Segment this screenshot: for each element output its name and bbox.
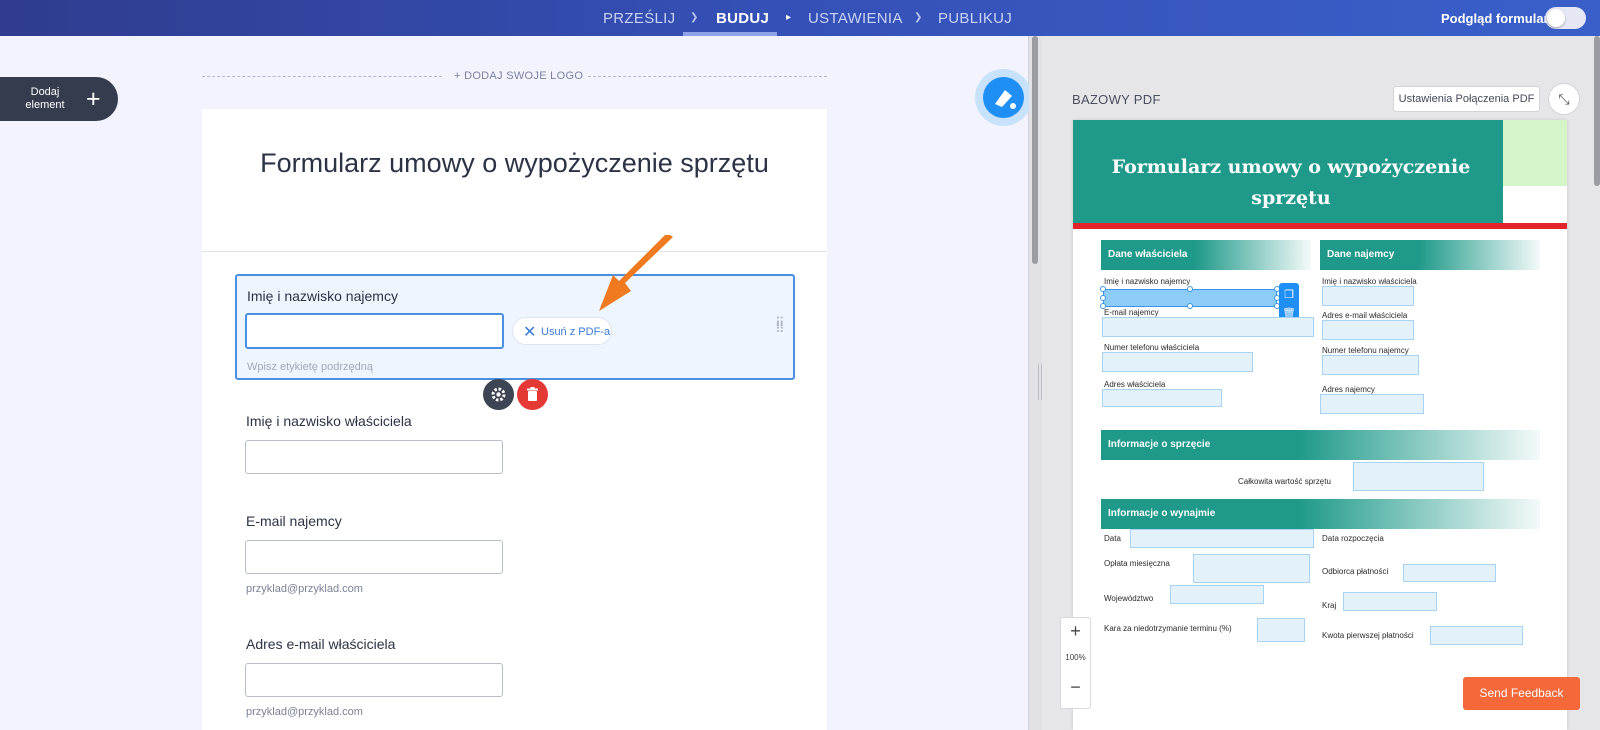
pdf-title: Formularz umowy o wypożyczenie sprzętu <box>1111 156 1471 209</box>
close-icon: ✕ <box>523 324 537 341</box>
pdf-label: Adres e-mail właściciela <box>1322 311 1408 320</box>
pdf-section-rental: Informacje o wynajmie <box>1101 499 1540 529</box>
owner-email-sublabel: przyklad@przyklad.com <box>246 706 363 718</box>
pdf-label: Imię i nazwisko właściciela <box>1322 277 1417 286</box>
plus-icon: + <box>86 85 101 113</box>
pdf-field[interactable] <box>1320 394 1424 414</box>
resize-handle[interactable] <box>1100 295 1106 301</box>
owner-name-input[interactable] <box>245 440 503 474</box>
pdf-label: Numer telefonu najemcy <box>1322 346 1409 355</box>
pdf-field[interactable] <box>1322 355 1419 375</box>
left-pane-scrollbar[interactable] <box>1032 36 1038 264</box>
form-card: Formularz umowy o wypożyczenie sprzętu I… <box>202 109 827 730</box>
pdf-field[interactable] <box>1353 462 1484 491</box>
gear-icon <box>491 387 506 402</box>
chevron-right-icon: ❯ <box>690 12 699 23</box>
collapse-icon[interactable]: ⤡ <box>1548 83 1580 115</box>
pdf-field[interactable] <box>1322 320 1414 340</box>
field-label-owner-name[interactable]: Imię i nazwisko właściciela <box>246 413 412 429</box>
add-logo-row[interactable]: + DODAJ SWOJE LOGO <box>202 70 827 84</box>
sublabel-placeholder[interactable]: Wpisz etykietę podrzędną <box>247 361 373 373</box>
dashed-divider <box>588 76 827 77</box>
pdf-field[interactable] <box>1430 626 1523 645</box>
pdf-connection-settings-button[interactable]: Ustawienia Połączenia PDF <box>1393 86 1540 112</box>
nav-step-upload[interactable]: PRZEŚLIJ <box>603 10 675 27</box>
tenant-email-sublabel: przyklad@przyklad.com <box>246 583 363 595</box>
drag-handle-icon[interactable]: ⠿ ⠿ <box>775 316 785 338</box>
pdf-label: Kraj <box>1322 601 1337 610</box>
pdf-field[interactable] <box>1403 564 1496 582</box>
copy-icon[interactable]: ❐ <box>1279 288 1299 301</box>
pdf-label: Adres właściciela <box>1104 380 1166 389</box>
pdf-label: Odbiorca płatności <box>1322 567 1389 576</box>
remove-from-pdf-label: Usuń z PDF-a <box>541 326 611 338</box>
pdf-section-tenant: Dane najemcy <box>1320 240 1540 270</box>
zoom-in-button[interactable]: + <box>1061 618 1090 644</box>
pdf-label: Województwo <box>1104 594 1154 603</box>
base-pdf-label: BAZOWY PDF <box>1072 92 1161 107</box>
pdf-label: Całkowita wartość sprzętu <box>1238 477 1331 486</box>
delete-field-button[interactable] <box>517 379 548 410</box>
remove-from-pdf-button[interactable]: ✕ Usuń z PDF-a <box>512 317 612 345</box>
pdf-label: Data rozpoczęcia <box>1322 534 1384 543</box>
nav-step-publish[interactable]: PUBLIKUJ <box>938 10 1012 27</box>
zoom-level: 100% <box>1065 653 1086 662</box>
pdf-label: Kwota pierwszej płatności <box>1322 631 1414 640</box>
field-label-tenant-email[interactable]: E-mail najemcy <box>246 513 342 529</box>
pdf-label: Imię i nazwisko najemcy <box>1104 277 1191 286</box>
field-label-owner-email[interactable]: Adres e-mail właściciela <box>246 636 395 652</box>
tenant-email-input[interactable] <box>245 540 503 574</box>
field-label[interactable]: Imię i nazwisko najemcy <box>247 288 398 304</box>
pdf-field[interactable] <box>1343 592 1437 611</box>
pdf-field[interactable] <box>1130 529 1314 548</box>
resize-handle[interactable] <box>1187 286 1193 292</box>
add-element-button[interactable]: Dodaj element + <box>0 77 118 121</box>
owner-email-input[interactable] <box>245 663 503 697</box>
tenant-name-input[interactable] <box>245 313 504 349</box>
pdf-label: Adres najemcy <box>1322 385 1375 394</box>
pdf-field[interactable] <box>1102 352 1253 372</box>
pdf-field[interactable] <box>1102 317 1314 337</box>
pdf-header-accent <box>1503 120 1567 186</box>
resize-handle[interactable] <box>1187 303 1193 309</box>
pdf-label: Opłata miesięczna <box>1104 559 1170 568</box>
right-pane-scrollbar[interactable] <box>1594 36 1600 186</box>
pdf-field[interactable] <box>1170 585 1264 604</box>
selected-field-tenant-name[interactable]: Imię i nazwisko najemcy ✕ Usuń z PDF-a W… <box>235 274 795 380</box>
field-settings-button[interactable] <box>483 379 514 410</box>
chevron-right-icon: ❯ <box>914 12 923 23</box>
dashed-divider <box>202 76 442 77</box>
trash-icon <box>527 387 538 401</box>
nav-step-settings[interactable]: USTAWIENIA <box>808 10 903 27</box>
magic-tool-button[interactable] <box>975 69 1032 126</box>
pdf-label: Kara za niedotrzymanie terminu (%) <box>1104 624 1232 633</box>
resize-handle[interactable] <box>1100 286 1106 292</box>
annotation-arrow-icon <box>599 235 673 311</box>
chevron-right-icon: ▸ <box>786 12 792 23</box>
title-divider <box>202 251 827 252</box>
nav-step-build[interactable]: BUDUJ <box>716 10 769 27</box>
add-logo-link[interactable]: + DODAJ SWOJE LOGO <box>454 70 583 82</box>
pdf-section-equipment: Informacje o sprzęcie <box>1101 430 1540 460</box>
pdf-field[interactable] <box>1322 286 1414 306</box>
zoom-out-button[interactable]: − <box>1061 674 1090 700</box>
add-element-label: Dodaj element <box>25 86 65 111</box>
pdf-red-divider <box>1073 223 1567 229</box>
pdf-field[interactable] <box>1257 618 1305 642</box>
form-title[interactable]: Formularz umowy o wypożyczenie sprzętu <box>252 144 777 182</box>
zoom-control: + 100% − <box>1060 617 1091 709</box>
toggle-knob <box>1547 9 1565 27</box>
send-feedback-button[interactable]: Send Feedback <box>1463 677 1580 710</box>
pdf-label: Data <box>1104 534 1121 543</box>
pdf-field[interactable] <box>1193 554 1310 583</box>
pdf-label: E-mail najemcy <box>1104 308 1159 317</box>
magic-wand-icon <box>983 77 1024 118</box>
top-navigation: PRZEŚLIJ ❯ BUDUJ ▸ USTAWIENIA ❯ PUBLIKUJ… <box>0 0 1600 36</box>
pdf-document: Formularz umowy o wypożyczenie sprzętu D… <box>1073 120 1567 730</box>
pdf-label: Numer telefonu właściciela <box>1104 343 1200 352</box>
pdf-field[interactable] <box>1102 389 1222 407</box>
pdf-section-owner: Dane właściciela <box>1101 240 1311 270</box>
